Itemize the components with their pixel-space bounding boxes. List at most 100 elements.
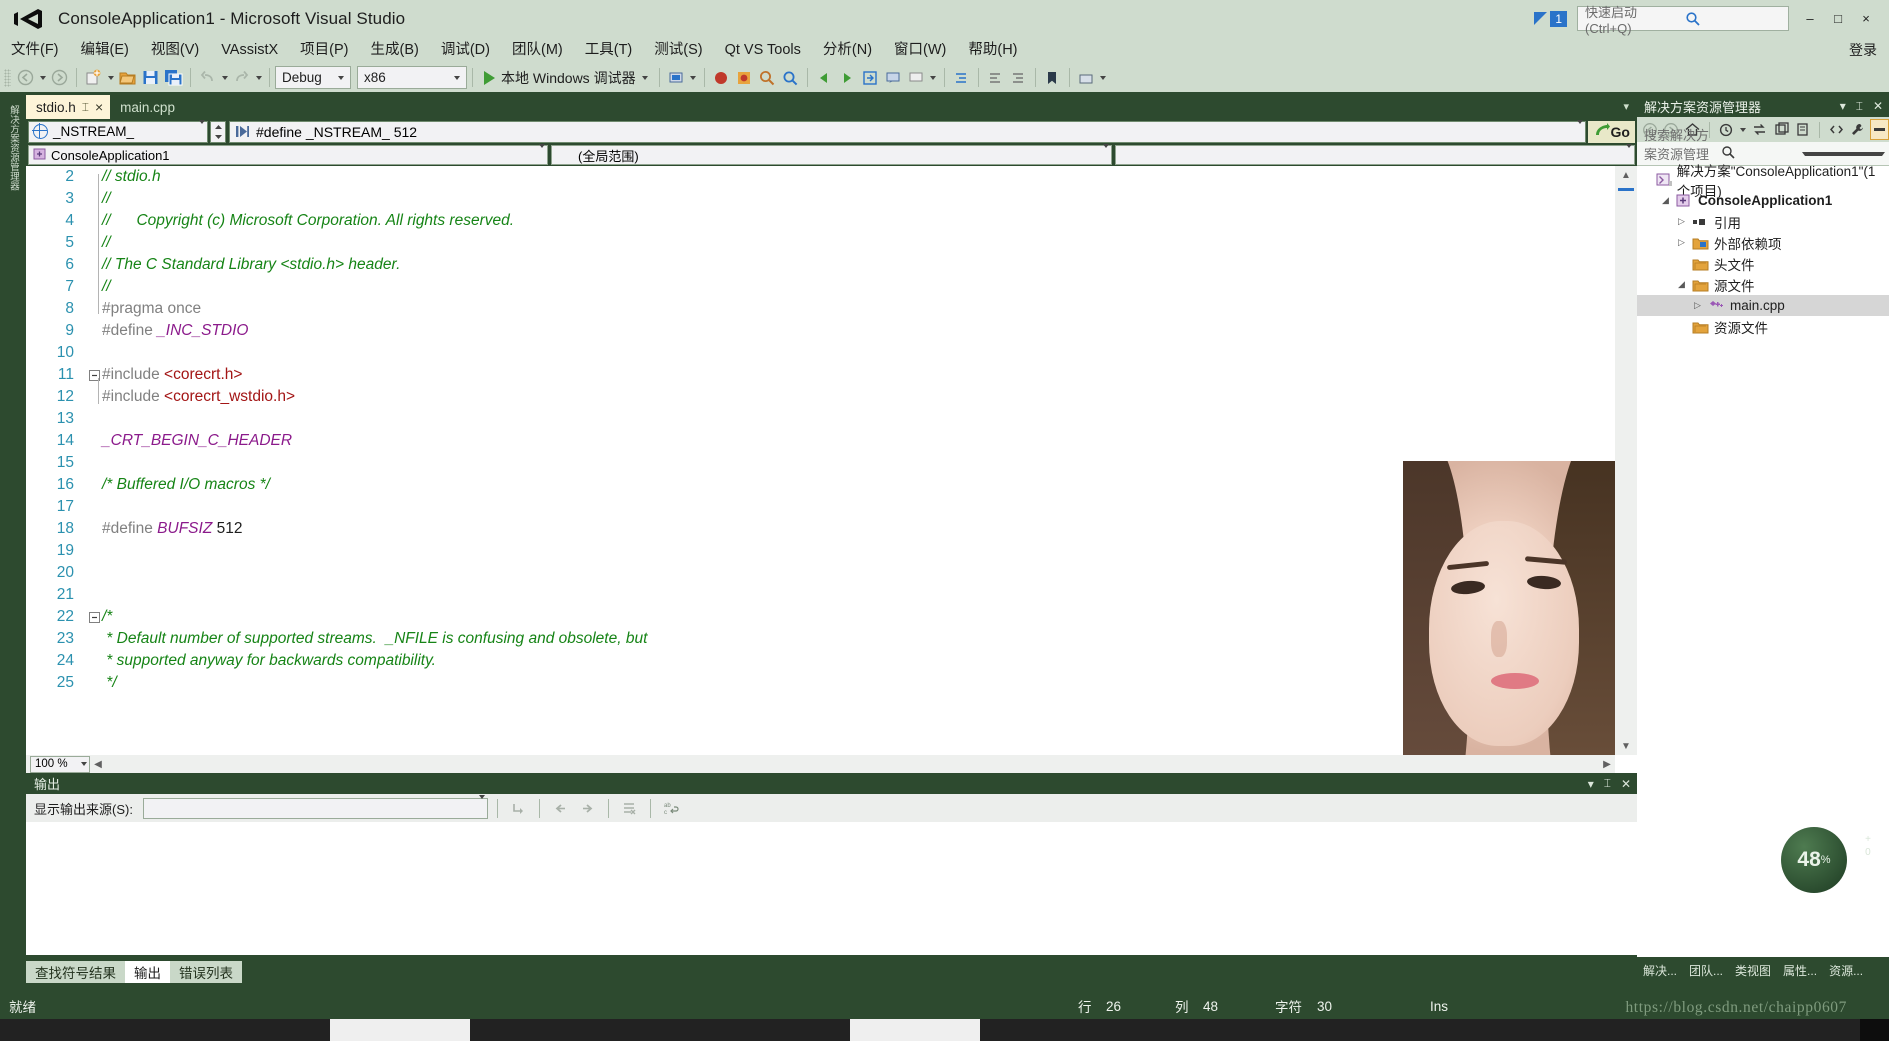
menu-item-10[interactable]: Qt VS Tools [714,37,812,63]
find-icon[interactable] [756,66,779,89]
navigate-forward-icon[interactable] [48,66,71,89]
close-icon[interactable]: ✕ [1621,777,1631,791]
tool-window-tab-4[interactable]: 资源... [1823,962,1869,979]
code-line[interactable]: 5 // [26,232,1615,254]
close-icon[interactable]: ✕ [1873,99,1883,113]
tool-window-tab-1[interactable]: 团队... [1683,962,1729,979]
sync-icon[interactable] [1750,119,1769,140]
prev-icon[interactable] [549,797,572,820]
tool-window-tab-3[interactable]: 属性... [1777,962,1823,979]
solution-platform-combo[interactable]: x86 [357,66,467,89]
maximize-button[interactable]: □ [1825,7,1851,31]
comment-icon[interactable] [882,66,905,89]
bookmark-icon[interactable] [1041,66,1064,89]
navigate-back-icon[interactable] [14,66,37,89]
symbol-spinner[interactable] [210,120,226,143]
open-file-icon[interactable] [116,66,139,89]
member-scope-combo-right[interactable] [1115,143,1635,165]
chevron-down-icon[interactable] [1802,151,1885,156]
project-scope-combo[interactable]: ConsoleApplication1 [28,143,548,165]
output-tab-2[interactable]: 错误列表 [170,961,242,983]
menu-item-7[interactable]: 团队(M) [501,37,574,63]
word-wrap-icon[interactable]: ab c [660,797,683,820]
fold-toggle-icon[interactable] [86,611,102,623]
expander-icon[interactable]: ▷ [1689,300,1706,311]
code-line[interactable]: 18 #define BUFSIZ 512 [26,518,1615,540]
navigate-back-dropdown[interactable] [37,67,48,89]
code-text-area[interactable]: 2 // stdio.h 3 // 4 // Copyright (c) Microsof… [26,166,1615,755]
close-icon[interactable]: × [95,99,103,115]
definition-combo[interactable]: #define _NSTREAM_ 512 [229,119,1586,143]
preview-selected-items-icon[interactable] [1869,119,1889,140]
new-project-icon[interactable] [82,66,105,89]
output-source-combo[interactable] [142,795,488,819]
code-line[interactable]: 8 #pragma once [26,298,1615,320]
tree-node-6[interactable]: ▷ main.cpp [1637,295,1889,316]
menu-item-2[interactable]: 视图(V) [140,37,210,63]
code-line[interactable]: 7 // [26,276,1615,298]
menu-item-9[interactable]: 测试(S) [643,37,713,63]
scroll-up-icon[interactable]: ▲ [1615,166,1637,184]
save-all-icon[interactable] [162,66,185,89]
menu-item-4[interactable]: 项目(P) [289,37,359,63]
code-line[interactable]: 22 /* [26,606,1615,628]
undo-dropdown[interactable] [219,67,230,89]
outdent-right-icon[interactable] [1007,66,1030,89]
scroll-left-icon[interactable]: ◀ [90,759,106,770]
editor-vertical-scrollbar[interactable]: ▲ ▼ [1615,166,1637,755]
wrench-icon[interactable] [1848,119,1867,140]
scroll-right-icon[interactable]: ▶ [1599,759,1615,770]
redo-icon[interactable] [230,66,253,89]
pin-icon[interactable]: ⌶ [1604,776,1611,791]
toolbox-dropdown[interactable] [1098,67,1109,89]
expander-icon[interactable]: ▷ [1673,237,1690,248]
minimize-button[interactable]: – [1797,7,1823,31]
collapse-all-icon[interactable] [1772,119,1791,140]
tab-list-dropdown[interactable]: ▾ [1623,95,1637,119]
menu-item-11[interactable]: 分析(N) [812,37,883,63]
solution-explorer-tree[interactable]: 解决方案"ConsoleApplication1"(1 个项目) ◢ Console… [1637,164,1889,957]
next-icon[interactable] [576,797,599,820]
pending-changes-dropdown[interactable] [1738,119,1748,141]
tree-node-3[interactable]: ▷ 外部依赖项 [1637,232,1889,253]
code-line[interactable]: 23 * Default number of supported streams… [26,628,1615,650]
jump-to-icon[interactable] [507,797,530,820]
quick-launch-input[interactable]: 快速启动 (Ctrl+Q) [1577,5,1789,36]
menu-item-5[interactable]: 生成(B) [360,37,430,63]
code-line[interactable]: 3 // [26,188,1615,210]
pin-icon[interactable]: ⌶ [82,100,89,115]
tool-window-tab-0[interactable]: 解决... [1637,962,1683,979]
expander-icon[interactable]: ▷ [1673,216,1690,227]
menu-item-8[interactable]: 工具(T) [574,37,644,63]
chevron-down-icon[interactable] [641,75,648,80]
expander-icon[interactable]: ◢ [1673,279,1690,290]
undo-icon[interactable] [196,66,219,89]
show-all-files-icon[interactable] [1827,119,1846,140]
fold-toggle-icon[interactable] [86,369,102,381]
tool-window-tab-2[interactable]: 类视图 [1729,962,1777,979]
editor-horizontal-scrollbar[interactable]: 100 % ◀ ▶ [26,755,1615,773]
toolbox-icon[interactable] [1075,66,1098,89]
symbol-combo[interactable]: _NSTREAM_ [28,120,208,143]
spinner-down-icon[interactable] [211,132,225,142]
output-tab-0[interactable]: 查找符号结果 [26,961,125,983]
toolbar-grip[interactable] [4,68,11,87]
code-line[interactable]: 16 /* Buffered I/O macros */ [26,474,1615,496]
pin-icon[interactable]: ⌶ [1856,99,1863,114]
tree-node-0[interactable]: 解决方案"ConsoleApplication1"(1 个项目) [1637,164,1889,199]
code-line[interactable]: 2 // stdio.h [26,166,1615,188]
menu-item-13[interactable]: 帮助(H) [957,37,1028,63]
solution-config-combo[interactable]: Debug [275,66,351,89]
expander-icon[interactable]: ◢ [1657,195,1674,206]
attach-process-icon[interactable] [665,66,688,89]
code-line[interactable]: 24 * supported anyway for backwards comp… [26,650,1615,672]
close-button[interactable]: × [1853,7,1879,31]
code-editor[interactable]: 2 // stdio.h 3 // 4 // Copyright (c) Microsof… [26,166,1637,773]
member-scope-combo[interactable]: (全局范围) [551,143,1112,165]
properties-icon[interactable] [1793,119,1812,140]
code-line[interactable]: 19 [26,540,1615,562]
uncomment-icon[interactable] [905,66,928,89]
menu-item-1[interactable]: 编辑(E) [70,37,140,63]
code-line[interactable]: 9 #define _INC_STDIO [26,320,1615,342]
solution-explorer-autohide-tab[interactable]: 解决方案资源管理器 [0,95,26,983]
